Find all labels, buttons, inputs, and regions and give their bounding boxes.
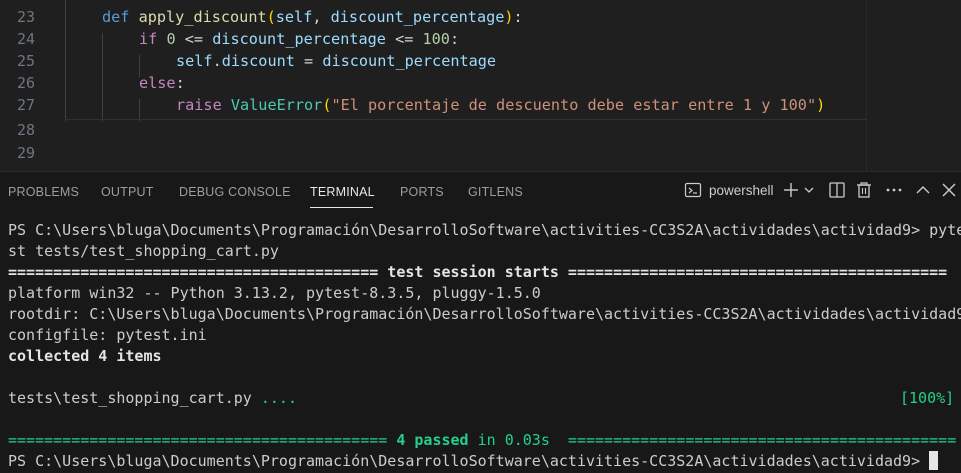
terminal-line: collected 4 items [8, 347, 162, 365]
more-icon[interactable] [884, 180, 904, 202]
line-number: 28 [16, 121, 35, 139]
code-line-27[interactable]: 27 raise ValueError("El porcentaje de de… [0, 94, 961, 116]
trash-icon[interactable] [855, 180, 873, 202]
tab-terminal[interactable]: TERMINAL [310, 185, 375, 199]
line-number: 24 [16, 30, 35, 48]
terminal-output[interactable]: PS C:\Users\bluga\Documents\Programación… [0, 211, 961, 473]
line-number: 25 [16, 52, 35, 70]
line-number: 23 [16, 8, 35, 26]
tab-ports[interactable]: PORTS [400, 185, 444, 199]
active-tab-indicator [310, 207, 373, 208]
session-start-line: ========================================… [8, 263, 948, 281]
minimap-area[interactable] [866, 0, 961, 171]
terminal-line: PS C:\Users\bluga\Documents\Programación… [8, 221, 961, 239]
tab-debug-console[interactable]: DEBUG CONSOLE [179, 185, 291, 199]
line-number: 26 [16, 74, 35, 92]
test-result-line: tests\test_shopping_cart.py .... [8, 389, 297, 407]
code-text[interactable]: else: [139, 72, 185, 94]
tab-problems[interactable]: PROBLEMS [8, 185, 79, 199]
code-line-26[interactable]: 26 else: [0, 72, 961, 94]
code-line-29[interactable]: 29 [0, 142, 961, 164]
code-text[interactable]: raise ValueError("El porcentaje de descu… [176, 94, 825, 116]
code-line-24[interactable]: 24 if 0 <= discount_percentage <= 100: [0, 28, 961, 50]
terminal-cursor [929, 451, 939, 470]
line-number: 27 [16, 96, 35, 114]
code-text[interactable]: self.discount = discount_percentage [176, 50, 496, 72]
close-icon[interactable] [940, 180, 958, 202]
chevron-down-icon[interactable] [803, 181, 815, 203]
line-number: 29 [16, 144, 35, 162]
code-line-25[interactable]: 25 self.discount = discount_percentage [0, 50, 961, 72]
terminal-icon[interactable] [684, 181, 702, 203]
terminal-line: configfile: pytest.ini [8, 326, 207, 344]
code-line-28[interactable]: 28 [0, 119, 961, 141]
code-editor[interactable]: 23 def apply_discount(self, discount_per… [0, 0, 961, 171]
summary-line: ========================================… [8, 431, 957, 449]
tab-output[interactable]: OUTPUT [101, 185, 154, 199]
terminal-line: rootdir: C:\Users\bluga\Documents\Progra… [8, 305, 961, 323]
terminal-line: st tests/test_shopping_cart.py [8, 242, 279, 260]
chevron-up-icon[interactable] [914, 180, 932, 202]
plus-icon[interactable] [782, 180, 800, 202]
split-icon[interactable] [828, 180, 846, 202]
progress-percent: [100%] [900, 389, 955, 407]
code-text[interactable]: def apply_discount(self, discount_percen… [102, 6, 523, 28]
tab-gitlens[interactable]: GITLENS [468, 185, 523, 199]
terminal-line: platform win32 -- Python 3.13.2, pytest-… [8, 284, 541, 302]
line-highlight-border [65, 119, 866, 120]
code-text[interactable]: if 0 <= discount_percentage <= 100: [139, 28, 459, 50]
code-line-23[interactable]: 23 def apply_discount(self, discount_per… [0, 6, 961, 28]
terminal-prompt[interactable]: PS C:\Users\bluga\Documents\Programación… [8, 451, 939, 472]
panel-header: PROBLEMS OUTPUT DEBUG CONSOLE TERMINAL P… [0, 171, 961, 211]
shell-name[interactable]: powershell [709, 180, 774, 202]
